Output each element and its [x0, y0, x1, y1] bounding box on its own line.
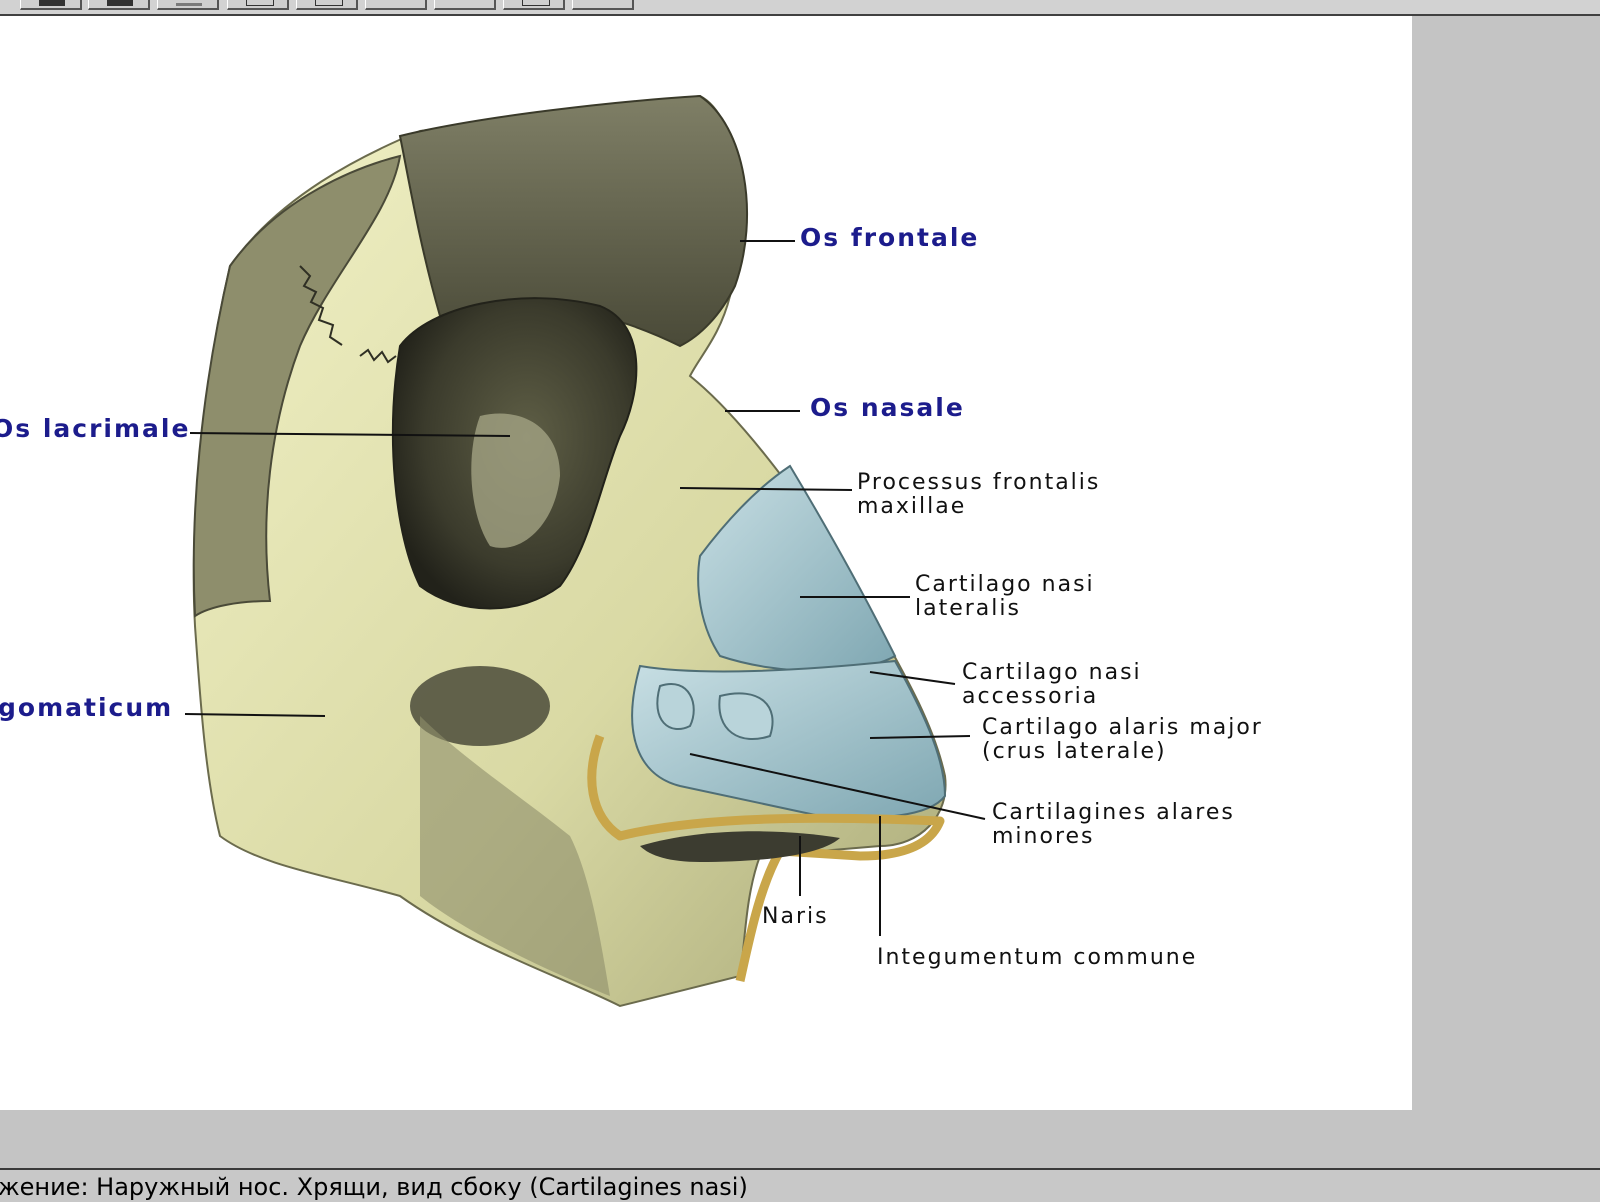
label-cartilago-alaris-major: Cartilago alaris major (crus laterale) [982, 715, 1263, 764]
toolbar-button-3[interactable] [157, 0, 219, 10]
tool-icon [246, 0, 274, 6]
toolbar-button-8[interactable] [503, 0, 565, 10]
toolbar-button-6[interactable] [365, 0, 427, 10]
label-cartilago-lateralis: Cartilago nasi lateralis [915, 572, 1095, 621]
tool-icon [176, 3, 202, 6]
label-os-lacrimale: Os lacrimale [0, 414, 191, 443]
label-os-zygomaticum: gomaticum [0, 693, 174, 722]
tool-icon [107, 0, 133, 6]
toolbar-button-1[interactable] [20, 0, 82, 10]
label-os-nasale: Os nasale [810, 393, 965, 422]
toolbar-button-4[interactable] [227, 0, 289, 10]
toolbar-button-5[interactable] [296, 0, 358, 10]
label-os-frontale: Os frontale [800, 223, 980, 252]
status-bar: жение: Наружный нос. Хрящи, вид сбоку (C… [0, 1168, 1600, 1202]
label-cartilago-accessoria: Cartilago nasi accessoria [962, 660, 1142, 709]
toolbar-button-7[interactable] [434, 0, 496, 10]
status-text: жение: Наружный нос. Хрящи, вид сбоку (C… [0, 1173, 748, 1201]
tool-icon [522, 0, 550, 6]
toolbar-button-9[interactable] [572, 0, 634, 10]
accessory-cartilage [656, 683, 695, 731]
label-processus-frontalis: Processus frontalis maxillae [857, 470, 1101, 519]
anatomy-illustration [184, 94, 986, 1008]
image-canvas: Os frontale Os nasale Os lacrimale gomat… [0, 16, 1412, 1110]
tool-icon [315, 0, 343, 6]
toolbar [0, 0, 1600, 16]
label-integumentum: Integumentum commune [877, 945, 1198, 970]
toolbar-button-2[interactable] [88, 0, 150, 10]
label-cartilagines-alares: Cartilagines alares minores [992, 800, 1235, 849]
label-naris: Naris [762, 904, 829, 929]
tool-icon [39, 0, 65, 6]
